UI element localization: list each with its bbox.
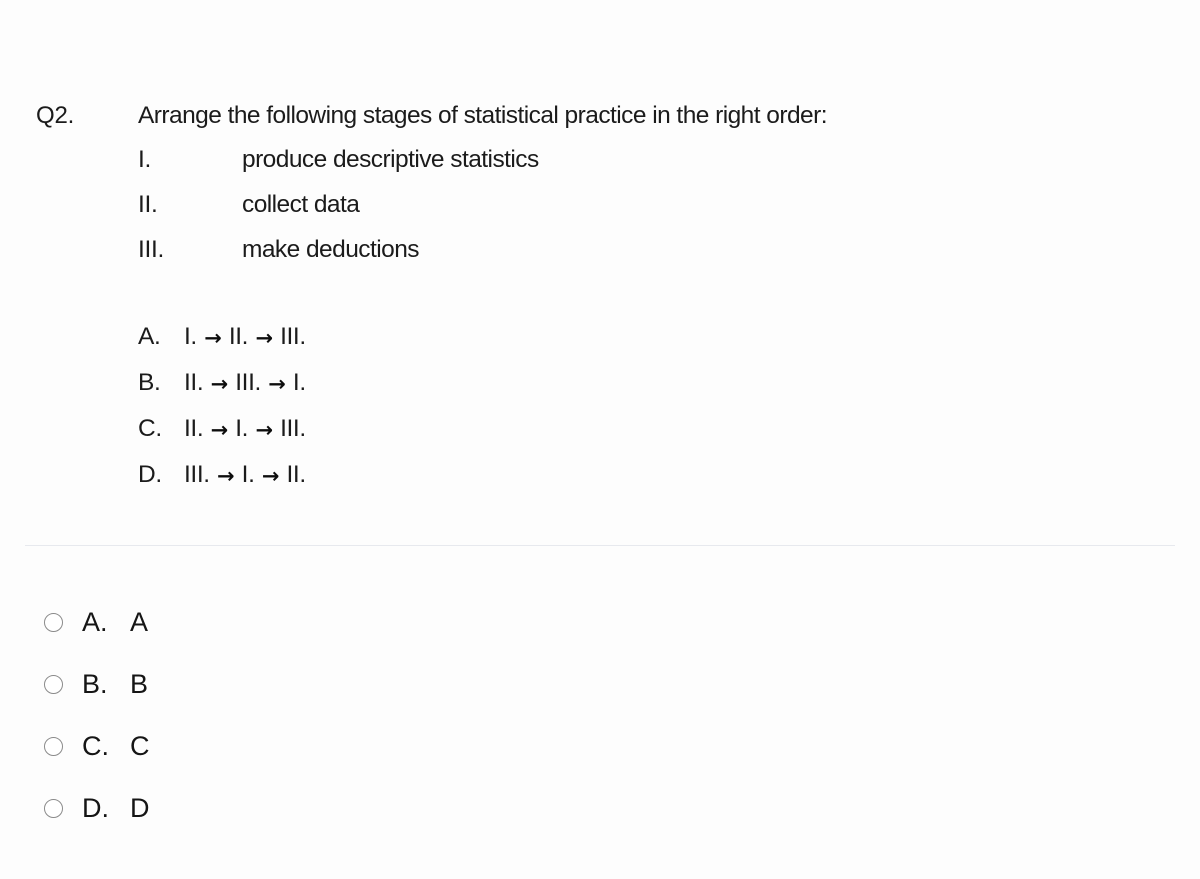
choice-item: C. II. → I. → III. (138, 414, 1038, 460)
answer-option-letter: B. (82, 669, 108, 699)
stage-item: III. make deductions (138, 235, 1038, 280)
radio-unselected-icon[interactable] (44, 674, 63, 694)
answer-option-a[interactable]: A. A (44, 591, 744, 653)
choice-sequence: II. → III. → I. (184, 369, 306, 396)
answer-options-group: A. A B. B C. C D. D (44, 591, 744, 839)
right-arrow-icon: → (255, 325, 273, 350)
answer-option-d[interactable]: D. D (44, 777, 744, 839)
answer-option-letter: D. (82, 793, 109, 823)
choice-item: A. I. → II. → III. (138, 322, 1038, 368)
section-divider (25, 545, 1175, 546)
stage-text: collect data (242, 191, 360, 218)
choice-sequence: I. → II. → III. (184, 323, 306, 350)
question-prompt: Arrange the following stages of statisti… (138, 102, 828, 129)
answer-option-value: A (130, 607, 149, 637)
answer-option-value: C (130, 731, 150, 761)
right-arrow-icon: → (217, 463, 235, 488)
choice-sequence: III. → I. → II. (184, 461, 306, 488)
choice-letter: B. (138, 369, 161, 396)
radio-unselected-icon[interactable] (44, 798, 63, 818)
stage-item: II. collect data (138, 190, 1038, 235)
stage-text: make deductions (242, 236, 420, 263)
stage-numeral: III. (138, 236, 165, 263)
stage-numeral: II. (138, 191, 158, 218)
stage-list: I. produce descriptive statistics II. co… (138, 145, 1038, 280)
right-arrow-icon: → (210, 371, 229, 396)
choice-item: D. III. → I. → II. (138, 460, 1038, 506)
stage-item: I. produce descriptive statistics (138, 145, 1038, 190)
answer-option-value: B (130, 669, 149, 699)
stage-numeral: I. (138, 146, 152, 173)
question-number: Q2. (36, 102, 75, 129)
right-arrow-icon: → (204, 325, 222, 350)
answer-option-b[interactable]: B. B (44, 653, 744, 715)
radio-unselected-icon[interactable] (44, 736, 63, 756)
radio-unselected-icon[interactable] (44, 612, 63, 632)
answer-option-letter: C. (82, 731, 109, 761)
choice-letter: C. (138, 415, 162, 442)
choice-list: A. I. → II. → III. B. II. → III. → I. C.… (138, 322, 1038, 506)
choice-letter: A. (138, 323, 161, 350)
answer-option-c[interactable]: C. C (44, 715, 744, 777)
question-stem-row: Q2. Arrange the following stages of stat… (36, 100, 1176, 132)
answer-option-value: D (130, 793, 150, 823)
choice-item: B. II. → III. → I. (138, 368, 1038, 414)
right-arrow-icon: → (255, 417, 273, 442)
right-arrow-icon: → (261, 463, 280, 488)
answer-option-letter: A. (82, 607, 108, 637)
stage-text: produce descriptive statistics (242, 146, 539, 173)
right-arrow-icon: → (268, 371, 286, 396)
right-arrow-icon: → (210, 417, 229, 442)
choice-sequence: II. → I. → III. (184, 415, 306, 442)
choice-letter: D. (138, 461, 162, 488)
